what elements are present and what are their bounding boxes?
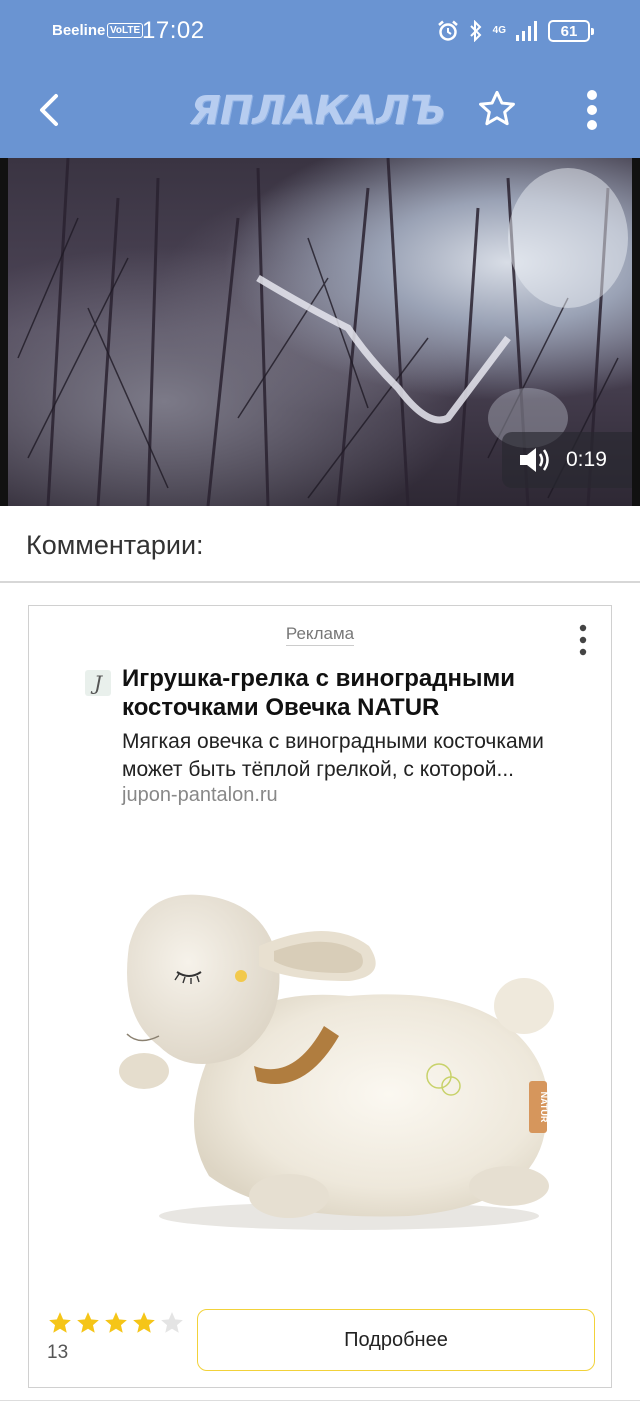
star-filled-icon xyxy=(105,1312,127,1333)
bottom-divider xyxy=(0,1400,640,1401)
status-bar: Beeline VoLTE 17:02 4G 61 xyxy=(0,0,640,62)
star-filled-icon xyxy=(77,1312,99,1333)
advertiser-favicon: J xyxy=(85,670,111,696)
back-arrow-icon xyxy=(40,94,58,126)
more-vertical-icon xyxy=(579,624,587,656)
back-button[interactable] xyxy=(24,82,74,138)
star-empty-icon xyxy=(161,1312,183,1333)
app-bar: ЯПЛАКАЛЪ xyxy=(0,62,640,158)
star-outline-icon xyxy=(479,90,515,126)
favicon-letter: J xyxy=(93,671,103,695)
rating-count: 13 xyxy=(47,1342,69,1363)
carrier-name: Beeline xyxy=(52,22,106,39)
section-divider xyxy=(0,581,640,583)
network-type: 4G xyxy=(492,25,506,36)
ad-label-text: Реклама xyxy=(285,624,355,646)
top-bar: Beeline VoLTE 17:02 4G 61 ЯПЛАКАЛЪ xyxy=(0,0,640,158)
star-filled-icon xyxy=(133,1312,155,1333)
comments-heading: Комментарии: xyxy=(26,530,204,560)
video-player[interactable]: 0:19 xyxy=(8,158,632,506)
volte-badge: VoLTE xyxy=(107,23,144,38)
video-letterbox-right xyxy=(632,158,640,506)
status-time: 17:02 xyxy=(142,17,205,44)
video-letterbox-left xyxy=(0,158,8,506)
ad-menu-button[interactable] xyxy=(571,620,595,660)
video-controls-badge[interactable]: 0:19 xyxy=(502,432,632,488)
video-duration: 0:19 xyxy=(566,448,607,471)
toy-tag-text: NATUR xyxy=(539,1092,549,1123)
ad-title[interactable]: Игрушка-грелка с виноградными косточками… xyxy=(122,664,592,722)
bluetooth-icon xyxy=(469,20,482,42)
more-details-button[interactable]: Подробнее xyxy=(197,1309,595,1371)
status-icons: 4G 61 xyxy=(437,18,594,44)
ad-product-image[interactable]: NATUR xyxy=(89,876,559,1236)
star-filled-icon xyxy=(49,1312,71,1333)
ad-card[interactable]: Реклама J Игрушка-грелка с виноградными … xyxy=(28,605,612,1388)
site-logo[interactable]: ЯПЛАКАЛЪ xyxy=(190,88,446,134)
ad-description[interactable]: Мягкая овечка с виноградными косточками … xyxy=(122,728,597,784)
volume-icon xyxy=(520,448,549,472)
signal-icon xyxy=(516,21,537,41)
battery-indicator: 61 xyxy=(548,20,594,42)
rating-stars xyxy=(47,1310,185,1336)
battery-level: 61 xyxy=(560,22,578,40)
overflow-menu-button[interactable] xyxy=(570,84,614,136)
alarm-icon xyxy=(437,20,458,41)
more-vertical-icon xyxy=(587,90,597,130)
ad-label: Реклама xyxy=(29,624,611,646)
favorite-button[interactable] xyxy=(472,84,522,134)
ad-domain[interactable]: jupon-pantalon.ru xyxy=(122,784,278,807)
